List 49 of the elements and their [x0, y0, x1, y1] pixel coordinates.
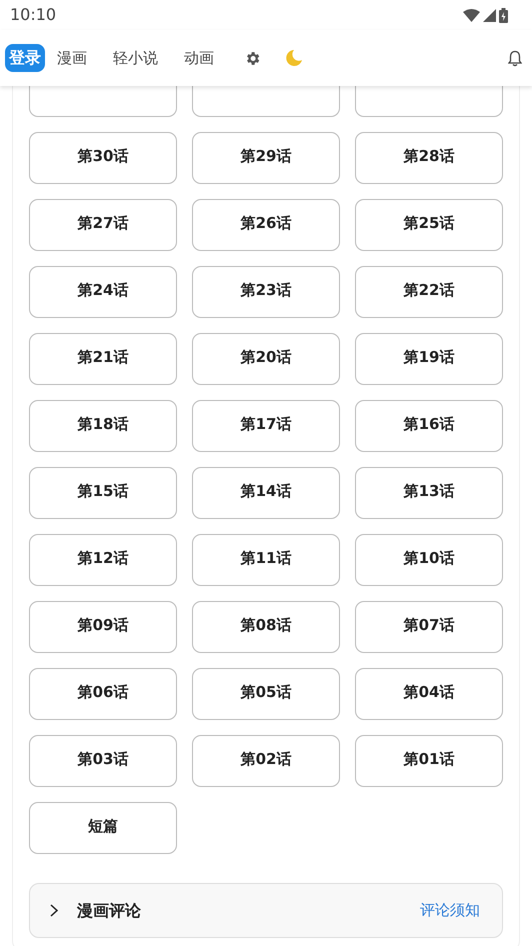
signal-icon: [483, 8, 496, 22]
chapter-button[interactable]: 第21话: [29, 333, 177, 385]
comment-rules-link[interactable]: 评论须知: [420, 899, 480, 922]
nav-tab[interactable]: 登录: [5, 44, 45, 72]
chapter-button[interactable]: 第25话: [355, 199, 503, 251]
comments-title: 漫画评论: [77, 900, 141, 922]
chapter-button[interactable]: 第02话: [192, 735, 340, 787]
status-time: 10:10: [10, 4, 56, 26]
chapter-button[interactable]: 第13话: [355, 467, 503, 519]
chapter-button[interactable]: 第14话: [192, 467, 340, 519]
chapter-button[interactable]: 第27话: [29, 199, 177, 251]
chapter-button[interactable]: 第08话: [192, 601, 340, 653]
wifi-icon: [463, 8, 480, 22]
chapter-button[interactable]: [29, 86, 177, 117]
chapter-button[interactable]: 第23话: [192, 266, 340, 318]
chapter-button[interactable]: [192, 86, 340, 117]
chapter-button[interactable]: 短篇: [29, 802, 177, 854]
chapter-button[interactable]: 第17话: [192, 400, 340, 452]
nav-tab[interactable]: 轻小说: [109, 44, 162, 72]
chapter-button[interactable]: 第16话: [355, 400, 503, 452]
chapter-button[interactable]: [355, 86, 503, 117]
chapter-button[interactable]: 第11话: [192, 534, 340, 586]
chapter-button[interactable]: 第10话: [355, 534, 503, 586]
chapter-button[interactable]: 第05话: [192, 668, 340, 720]
settings-icon[interactable]: [244, 50, 261, 66]
chapter-button[interactable]: 第07话: [355, 601, 503, 653]
chapter-button[interactable]: 第24话: [29, 266, 177, 318]
chapter-button[interactable]: 第12话: [29, 534, 177, 586]
battery-icon: [499, 8, 508, 22]
chapter-button[interactable]: 第30话: [29, 132, 177, 184]
chapter-button[interactable]: 第01话: [355, 735, 503, 787]
chapter-button[interactable]: 第03话: [29, 735, 177, 787]
chapter-button[interactable]: 第22话: [355, 266, 503, 318]
chapter-button[interactable]: 第06话: [29, 668, 177, 720]
nav-tab[interactable]: 动画: [180, 44, 218, 72]
moon-icon[interactable]: [285, 49, 303, 67]
chapter-button[interactable]: 第15话: [29, 467, 177, 519]
chapter-button[interactable]: 第19话: [355, 333, 503, 385]
chapter-button[interactable]: 第18话: [29, 400, 177, 452]
nav-tab[interactable]: 漫画: [53, 44, 91, 72]
comments-panel[interactable]: 漫画评论 评论须知: [29, 883, 503, 938]
chevron-icon[interactable]: [50, 904, 58, 917]
chapter-button[interactable]: 第20话: [192, 333, 340, 385]
chapter-button[interactable]: 第26话: [192, 199, 340, 251]
chapter-button[interactable]: 第04话: [355, 668, 503, 720]
chapter-button[interactable]: 第29话: [192, 132, 340, 184]
chapter-button[interactable]: 第28话: [355, 132, 503, 184]
bell-icon[interactable]: [508, 50, 522, 66]
chapter-button[interactable]: 第09话: [29, 601, 177, 653]
